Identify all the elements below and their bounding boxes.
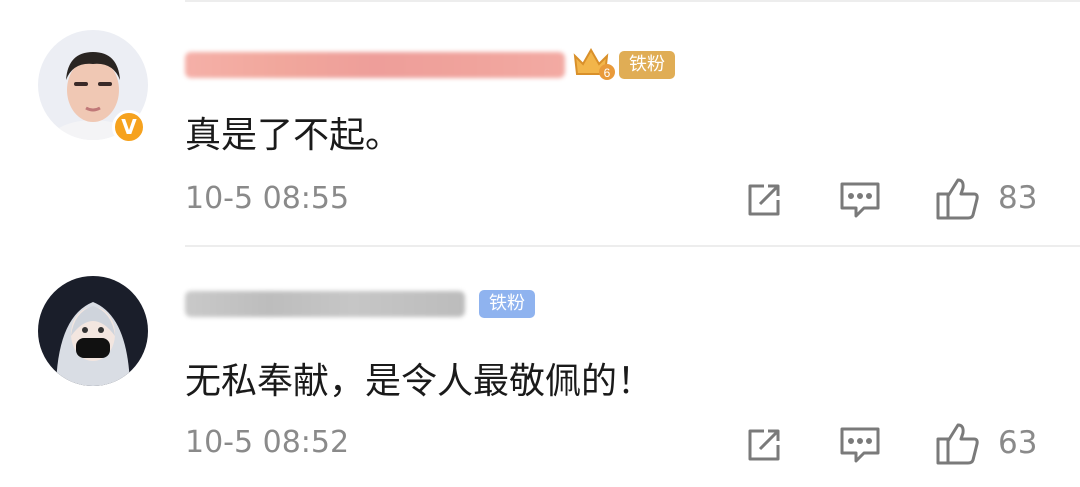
- comment-text: 真是了不起。: [185, 115, 402, 156]
- username-row: 6 铁粉: [185, 46, 675, 84]
- username-blurred[interactable]: [185, 52, 565, 78]
- comment-text: 无私奉献，是令人最敬佩的！: [185, 361, 654, 402]
- like-count: 63: [998, 425, 1038, 461]
- svg-text:6: 6: [604, 66, 611, 80]
- thumbs-up-icon[interactable]: [934, 174, 982, 226]
- username-row: 铁粉: [185, 290, 535, 318]
- like-count: 83: [998, 180, 1038, 216]
- verified-badge-icon: V: [112, 110, 146, 144]
- comment-divider: [185, 245, 1080, 247]
- share-icon[interactable]: [744, 180, 784, 224]
- username-blurred[interactable]: [185, 291, 465, 317]
- share-icon[interactable]: [744, 425, 784, 469]
- thumbs-up-icon[interactable]: [934, 419, 982, 471]
- comment-item: 铁粉 无私奉献，是令人最敬佩的！ 10-5 08:52 63: [0, 250, 1080, 487]
- fan-badge: 铁粉: [619, 51, 675, 79]
- avatar[interactable]: [38, 276, 148, 386]
- crown-level-icon: 6: [571, 46, 615, 84]
- comment-icon[interactable]: [838, 425, 882, 469]
- comment-item: V 6 铁粉 真是了不起。 10-5 08:55 83: [0, 0, 1080, 250]
- comment-timestamp: 10-5 08:52: [185, 425, 350, 460]
- comment-icon[interactable]: [838, 180, 882, 224]
- comment-timestamp: 10-5 08:55: [185, 181, 350, 216]
- fan-badge: 铁粉: [479, 290, 535, 318]
